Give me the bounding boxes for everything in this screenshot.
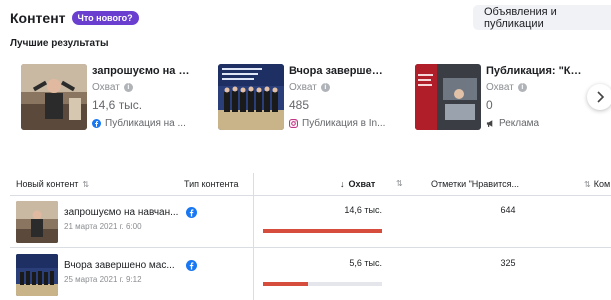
row-title[interactable]: Вчора завершено мас... <box>64 260 175 271</box>
card-title: Вчора завершено ... <box>289 65 387 77</box>
best-result-card[interactable]: Публикация: "Київ... Охватi 0 Реклама <box>415 64 586 132</box>
sort-icon: ⇅ <box>82 179 90 189</box>
row-likes: 325 <box>500 258 516 268</box>
facebook-icon <box>92 119 101 128</box>
column-header-content[interactable]: Новый контент ⇅ <box>16 179 89 189</box>
table-header: Новый контент ⇅ Тип контента ↓ Охват ⇅ Отм… <box>10 171 611 196</box>
best-result-card[interactable]: запрошуємо на на... Охват i 14,6 тыс. Пуб… <box>21 64 192 132</box>
card-title: Публикация: "Київ... <box>486 65 584 77</box>
info-icon[interactable]: i <box>320 83 330 92</box>
card-content-type: Публикация на ... <box>105 118 186 129</box>
row-date: 21 марта 2021 г. 6:00 <box>64 222 142 231</box>
post-thumbnail <box>16 254 58 296</box>
row-reach: 14,6 тыс. <box>344 205 382 215</box>
card-metric-value: 14,6 тыс. <box>92 98 143 112</box>
table-row[interactable]: Вчора завершено мас... 25 марта 2021 г. … <box>10 250 611 300</box>
megaphone-icon <box>486 120 493 127</box>
table-row[interactable]: запрошуємо на навчан... 21 марта 2021 г.… <box>10 197 611 247</box>
carousel-next-button[interactable] <box>587 84 611 110</box>
facebook-icon <box>186 260 197 271</box>
column-header-reach[interactable]: ↓ Охват <box>340 179 375 189</box>
card-content-type: Реклама <box>499 118 540 129</box>
best-result-card[interactable]: Вчора завершено ... Охват i 485 Публикаци… <box>218 64 389 132</box>
dropdown-label: Объявления и публикации <box>484 5 557 30</box>
row-date: 25 марта 2021 г. 9:12 <box>64 275 142 284</box>
post-thumbnail <box>218 64 284 130</box>
column-header-likes[interactable]: Отметки "Нравится... <box>431 179 519 189</box>
info-icon[interactable]: i <box>517 83 527 92</box>
card-title: запрошуємо на на... <box>92 65 190 77</box>
post-thumbnail <box>16 201 58 243</box>
post-thumbnail <box>21 64 87 130</box>
column-header-comments[interactable]: ⇅ Ком <box>584 179 610 189</box>
card-metric-value: 0 <box>486 98 493 112</box>
sort-desc-icon: ↓ <box>340 179 345 189</box>
row-divider <box>10 247 611 248</box>
card-metric-label: Охват <box>92 82 120 93</box>
page-title: Контент <box>10 10 66 26</box>
chevron-right-icon <box>597 91 605 103</box>
sort-icon: ⇅ <box>584 179 591 189</box>
sort-icon[interactable]: ⇅ <box>392 179 403 188</box>
post-thumbnail <box>415 64 481 130</box>
row-likes: 644 <box>500 205 516 215</box>
reach-bar-fill <box>263 229 382 233</box>
row-reach: 5,6 тыс. <box>349 258 382 268</box>
card-content-type: Публикация в In... <box>302 118 386 129</box>
card-metric-value: 485 <box>289 98 310 112</box>
content-header: Контент Что нового? <box>10 8 139 28</box>
row-title[interactable]: запрошуємо на навчан... <box>64 207 178 218</box>
card-metric-label: Охват <box>486 82 514 93</box>
info-icon[interactable]: i <box>123 83 133 92</box>
facebook-icon <box>186 207 197 218</box>
column-header-type[interactable]: Тип контента <box>184 179 239 189</box>
whats-new-badge[interactable]: Что нового? <box>71 11 139 25</box>
content-filter-dropdown[interactable]: Объявления и публикации <box>473 5 611 30</box>
card-metric-label: Охват <box>289 82 317 93</box>
reach-bar <box>263 229 382 233</box>
best-results-title: Лучшие результаты <box>10 38 109 49</box>
instagram-icon <box>289 119 298 128</box>
reach-bar-fill <box>263 282 309 286</box>
reach-bar <box>263 282 382 286</box>
